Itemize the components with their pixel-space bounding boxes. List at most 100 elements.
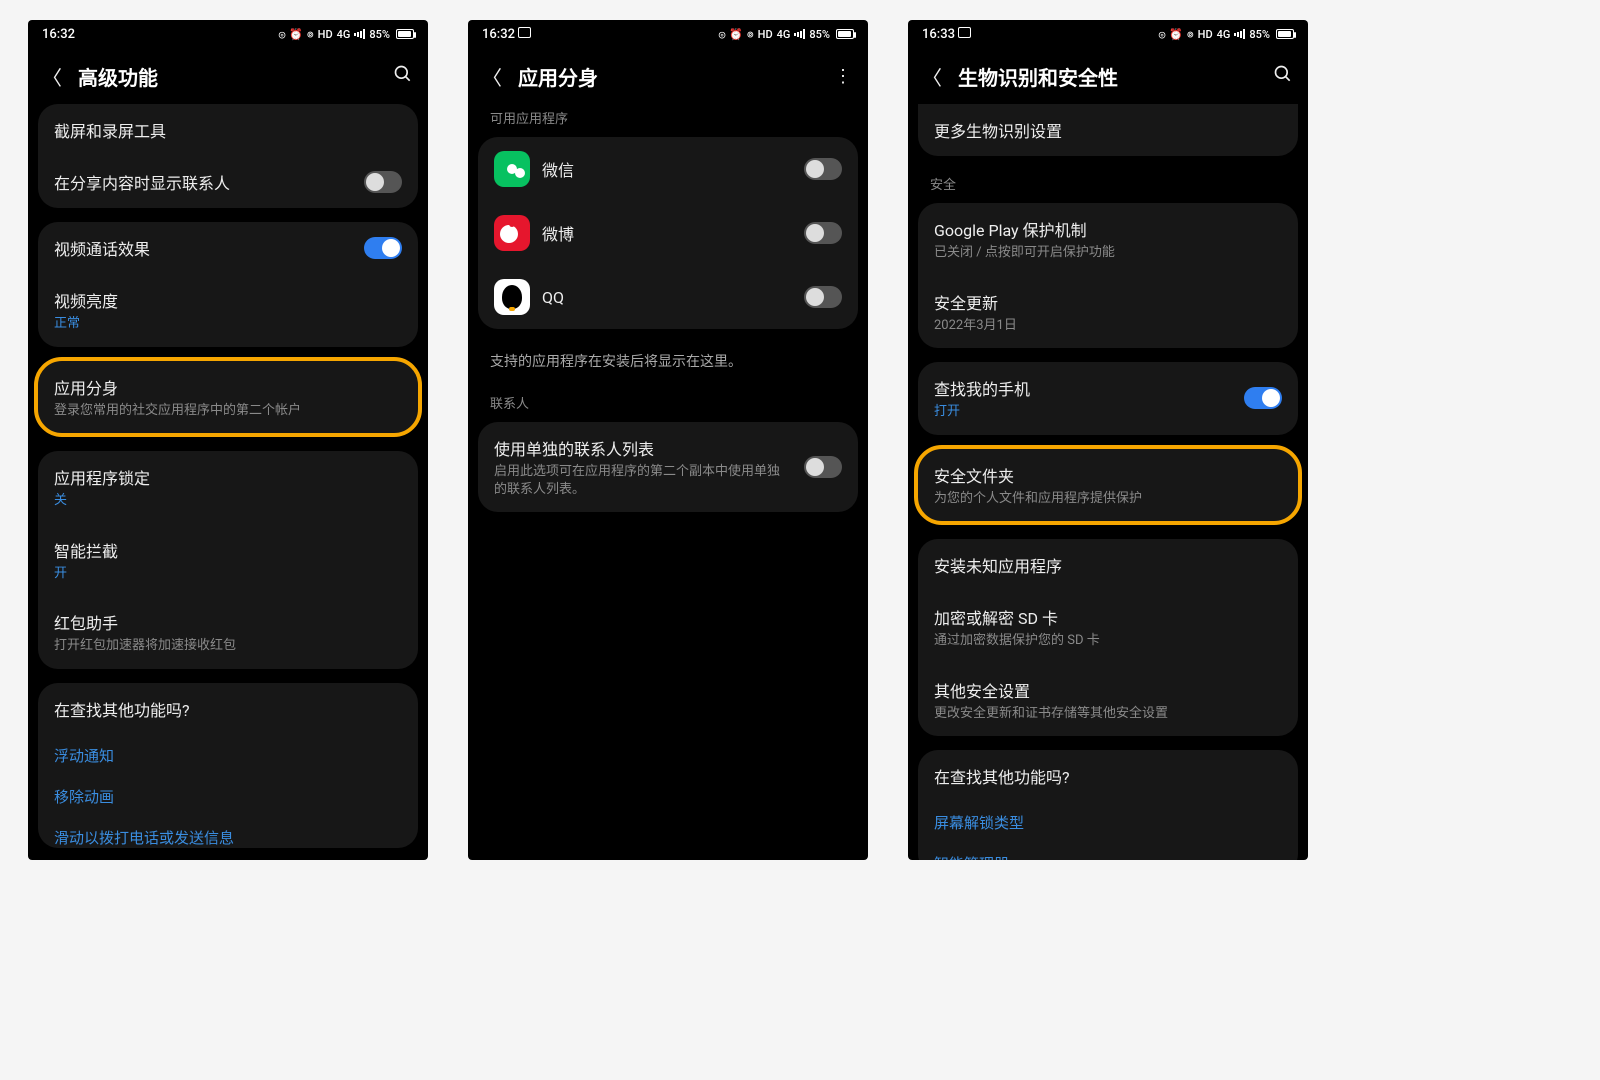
row-security-update[interactable]: 安全更新 2022年3月1日	[918, 276, 1298, 349]
highlighted-dual-app[interactable]: 应用分身 登录您常用的社交应用程序中的第二个帐户	[34, 357, 422, 438]
hd-icon: HD	[1198, 28, 1213, 41]
row-sub: 打开	[934, 403, 1232, 421]
row-sub: 登录您常用的社交应用程序中的第二个帐户	[54, 402, 402, 420]
row-title: 视频通话效果	[54, 236, 352, 260]
page-title: 生物识别和安全性	[958, 62, 1256, 91]
row-share-contacts[interactable]: 在分享内容时显示联系人	[38, 156, 418, 208]
status-icons: ◎ ⏰ ⊚ HD 4G 85%	[1159, 28, 1294, 41]
header: 〈 生物识别和安全性	[908, 48, 1308, 104]
row-weibo[interactable]: 微博	[478, 201, 858, 265]
battery-text: 85%	[369, 28, 390, 41]
nfc-icon: ◎	[279, 28, 286, 41]
back-icon[interactable]: 〈	[42, 62, 62, 91]
battery-icon	[396, 29, 414, 39]
row-more-biometrics[interactable]: 更多生物识别设置	[918, 104, 1298, 156]
alarm-icon: ⏰	[289, 28, 303, 41]
highlighted-secure-folder[interactable]: 安全文件夹 为您的个人文件和应用程序提供保护	[914, 445, 1302, 526]
back-icon[interactable]: 〈	[482, 62, 502, 91]
row-title: 智能拦截	[54, 538, 402, 562]
network-icon: 4G	[1217, 28, 1231, 41]
row-sub: 打开红包加速器将加速接收红包	[54, 637, 402, 655]
row-smart-block[interactable]: 智能拦截 开	[38, 524, 418, 597]
row-sub: 启用此选项可在应用程序的第二个副本中使用单独的联系人列表。	[494, 463, 792, 498]
toggle-qq[interactable]	[804, 286, 842, 308]
row-redpacket[interactable]: 红包助手 打开红包加速器将加速接收红包	[38, 596, 418, 669]
toggle-separate-contacts[interactable]	[804, 456, 842, 478]
toggle-find-phone[interactable]	[1244, 387, 1282, 409]
alarm-icon: ⏰	[1169, 28, 1183, 41]
status-icons: ◎ ⏰ ⊚ HD 4G 85%	[279, 28, 414, 41]
hint-install: 支持的应用程序在安装后将显示在这里。	[468, 343, 868, 389]
content: 更多生物识别设置 安全 Google Play 保护机制 已关闭 / 点按即可开…	[908, 104, 1308, 860]
link-floating-notification[interactable]: 浮动通知	[38, 735, 418, 776]
header: 〈 应用分身 ⋮	[468, 48, 868, 104]
row-install-unknown[interactable]: 安装未知应用程序	[918, 539, 1298, 591]
row-wechat[interactable]: 微信	[478, 137, 858, 201]
row-qq[interactable]: QQ	[478, 265, 858, 329]
link-unlock-type[interactable]: 屏幕解锁类型	[918, 802, 1298, 843]
more-icon[interactable]: ⋮	[832, 66, 854, 87]
section-contacts: 联系人	[468, 389, 868, 422]
phone-advanced-features: 16:32 ◎ ⏰ ⊚ HD 4G 85% 〈 高级功能 截屏和录屏工具 在分享…	[28, 20, 428, 860]
row-video-brightness[interactable]: 视频亮度 正常	[38, 274, 418, 347]
row-video-call[interactable]: 视频通话效果	[38, 222, 418, 274]
row-screenshot-tools[interactable]: 截屏和录屏工具	[38, 104, 418, 156]
row-title: 使用单独的联系人列表	[494, 436, 792, 460]
search-icon[interactable]	[1272, 64, 1294, 89]
row-title: 安全文件夹	[934, 463, 1282, 487]
alarm-icon: ⏰	[729, 28, 743, 41]
search-icon[interactable]	[392, 64, 414, 89]
wechat-icon	[494, 151, 530, 187]
battery-text: 85%	[1249, 28, 1270, 41]
toggle-video-call[interactable]	[364, 237, 402, 259]
statusbar: 16:33 ◎ ⏰ ⊚ HD 4G 85%	[908, 20, 1308, 48]
row-other-security[interactable]: 其他安全设置 更改安全更新和证书存储等其他安全设置	[918, 664, 1298, 737]
row-app-lock[interactable]: 应用程序锁定 关	[38, 451, 418, 524]
nfc-icon: ◎	[719, 28, 726, 41]
row-sub: 开	[54, 565, 402, 583]
row-sub: 正常	[54, 315, 402, 333]
status-icons: ◎ ⏰ ⊚ HD 4G 85%	[719, 28, 854, 41]
row-separate-contacts[interactable]: 使用单独的联系人列表 启用此选项可在应用程序的第二个副本中使用单独的联系人列表。	[478, 422, 858, 512]
content: 截屏和录屏工具 在分享内容时显示联系人 视频通话效果 视频亮度 正常	[28, 104, 428, 860]
signal-icon	[1234, 29, 1245, 39]
link-swipe-call[interactable]: 滑动以拨打电话或发送信息	[38, 817, 418, 848]
row-title: 微博	[542, 221, 792, 245]
status-time: 16:32	[482, 27, 531, 42]
battery-icon	[1276, 29, 1294, 39]
row-title: 在查找其他功能吗?	[54, 697, 402, 721]
row-title: 在查找其他功能吗?	[934, 764, 1282, 788]
row-title: 安装未知应用程序	[934, 553, 1282, 577]
toggle-share-contacts[interactable]	[364, 171, 402, 193]
row-play-protect[interactable]: Google Play 保护机制 已关闭 / 点按即可开启保护功能	[918, 203, 1298, 276]
row-title: 视频亮度	[54, 288, 402, 312]
phone-biometrics-security: 16:33 ◎ ⏰ ⊚ HD 4G 85% 〈 生物识别和安全性 更多生物识别设…	[908, 20, 1308, 860]
row-title: 更多生物识别设置	[934, 118, 1282, 142]
row-title: 加密或解密 SD 卡	[934, 605, 1282, 629]
weibo-icon	[494, 215, 530, 251]
back-icon[interactable]: 〈	[922, 62, 942, 91]
link-smart-manager[interactable]: 智能管理器	[918, 843, 1298, 860]
row-encrypt-sd[interactable]: 加密或解密 SD 卡 通过加密数据保护您的 SD 卡	[918, 591, 1298, 664]
row-title: QQ	[542, 288, 792, 307]
link-remove-animation[interactable]: 移除动画	[38, 776, 418, 817]
phone-dual-app: 16:32 ◎ ⏰ ⊚ HD 4G 85% 〈 应用分身 ⋮ 可用应用程序 微信…	[468, 20, 868, 860]
toggle-wechat[interactable]	[804, 158, 842, 180]
page-title: 应用分身	[518, 62, 816, 91]
network-icon: 4G	[777, 28, 791, 41]
statusbar: 16:32 ◎ ⏰ ⊚ HD 4G 85%	[28, 20, 428, 48]
network-icon: 4G	[337, 28, 351, 41]
row-title: 应用分身	[54, 375, 402, 399]
hd-icon: HD	[318, 28, 333, 41]
battery-text: 85%	[809, 28, 830, 41]
wifi-icon: ⊚	[307, 28, 314, 41]
toggle-weibo[interactable]	[804, 222, 842, 244]
row-title: 微信	[542, 157, 792, 181]
content: 可用应用程序 微信 微博 QQ 支持的应用程序在安装后将显示在这里。 联系人	[468, 104, 868, 860]
row-title: 截屏和录屏工具	[54, 118, 402, 142]
signal-icon	[794, 29, 805, 39]
row-title: 安全更新	[934, 290, 1282, 314]
row-title: 红包助手	[54, 610, 402, 634]
signal-icon	[354, 29, 365, 39]
row-find-my-phone[interactable]: 查找我的手机 打开	[918, 362, 1298, 435]
